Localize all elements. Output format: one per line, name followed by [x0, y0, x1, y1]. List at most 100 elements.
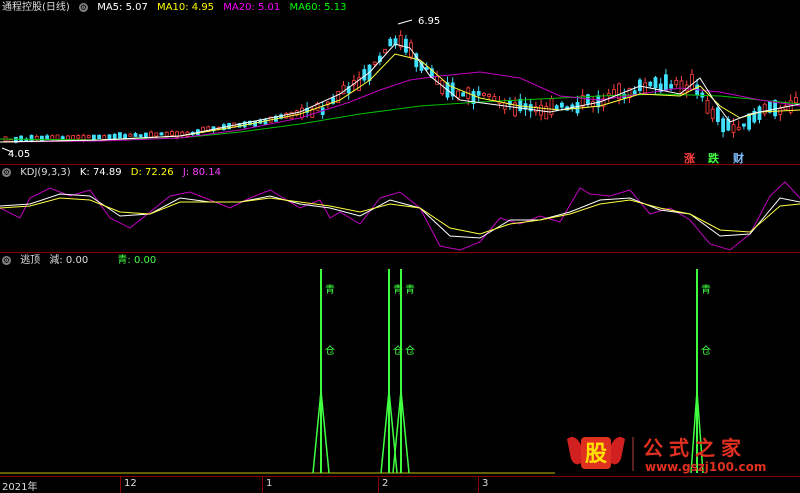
candle-body: [138, 134, 143, 138]
logo-name: 公式之家: [643, 436, 747, 460]
signal-text: 仓: [701, 344, 711, 357]
panel-divider: [0, 164, 800, 165]
kdj-k-line: [0, 193, 800, 239]
candle-body: [19, 135, 24, 142]
candle-body: [648, 81, 653, 87]
settings-icon[interactable]: ⚙: [2, 167, 11, 177]
axis-tick: [262, 477, 263, 493]
candle-body: [716, 107, 720, 122]
candle-body: [66, 135, 70, 140]
candle-body: [669, 84, 673, 89]
candle-body: [596, 95, 601, 108]
candle-body: [643, 82, 647, 94]
signal-text: 仓: [393, 344, 403, 357]
kdj-k-value: K: 74.89: [79, 167, 122, 178]
signal-text: 青: [701, 283, 711, 296]
candle-body: [653, 77, 658, 89]
candle-body: [606, 93, 611, 96]
candle-body: [664, 74, 668, 91]
candle-body: [154, 132, 159, 137]
indicator-value-1: 減: 0.00: [49, 255, 89, 266]
candle-body: [164, 131, 169, 137]
axis-label: 12: [124, 478, 137, 489]
candle-body: [747, 113, 751, 130]
logo-url: www.gszj100.com: [645, 460, 766, 474]
candle-body: [29, 134, 34, 142]
candle-body: [102, 135, 107, 140]
site-logo: 股 公式之家 www.gszj100.com: [565, 433, 795, 475]
candle-body: [128, 133, 133, 137]
stock-title: 通程控股(日线): [2, 2, 70, 13]
axis-tick: [120, 477, 121, 493]
candle-body: [762, 103, 767, 115]
axis-label: 3: [482, 478, 489, 489]
candle-body: [591, 101, 595, 107]
candle-body: [383, 49, 388, 54]
candle-body: [71, 135, 75, 140]
low-price-label: 4.05: [8, 149, 30, 160]
candle-body: [794, 97, 798, 104]
axis-tick: [478, 477, 479, 493]
candle-body: [253, 120, 258, 127]
candle-body: [403, 38, 408, 53]
candle-body: [388, 38, 393, 47]
candle-body: [638, 79, 642, 92]
kdj-j-value: J: 80.14: [182, 167, 221, 178]
candle-body: [481, 92, 486, 96]
high-price-label: 6.95: [418, 16, 440, 27]
candle-body: [492, 96, 497, 101]
ma60-label: MA60: 5.13: [289, 2, 347, 13]
candle-body: [721, 118, 725, 133]
candle-body: [690, 73, 694, 90]
signal-text: 仓: [325, 344, 335, 357]
ma10-line: [0, 53, 800, 143]
logo-glyph: 股: [585, 442, 607, 467]
signal-text: 青: [393, 283, 403, 296]
ma5-label: MA5: 5.07: [97, 2, 148, 13]
candle-body: [60, 136, 65, 140]
candle-body: [742, 123, 746, 127]
candle-body: [455, 90, 460, 99]
indicator-title: 逃顶: [20, 255, 41, 266]
candle-body: [705, 99, 710, 114]
time-axis: 2021年 12 1 2 3: [0, 476, 800, 493]
candle-body: [159, 132, 164, 136]
axis-label: 2: [382, 478, 389, 489]
candle-body: [112, 133, 117, 140]
candle-body: [149, 131, 154, 138]
candle-body: [487, 94, 492, 98]
settings-icon[interactable]: ⚙: [79, 2, 88, 12]
candle-body: [86, 135, 91, 139]
candle-body: [476, 91, 481, 96]
candle-body: [372, 61, 377, 65]
candle-body: [674, 80, 679, 86]
signal-text: 仓: [405, 344, 415, 357]
candle-body: [92, 134, 96, 141]
axis-tick: [378, 477, 379, 493]
high-marker-line: [397, 19, 413, 25]
candle-body: [757, 106, 762, 120]
price-chart: 6.95 4.05: [0, 16, 800, 160]
signal-text: 青: [325, 283, 335, 296]
candle-body: [169, 131, 174, 136]
candle-body: [461, 92, 466, 97]
ma20-label: MA20: 5.01: [223, 2, 281, 13]
candle-body: [560, 102, 564, 108]
candle-body: [612, 89, 616, 96]
candle-body: [710, 108, 715, 119]
indicator-value-2: 青: 0.00: [117, 255, 157, 266]
kdj-d-value: D: 72.26: [130, 167, 174, 178]
candle-body: [632, 90, 637, 96]
candle-body: [133, 133, 138, 137]
settings-icon[interactable]: ⚙: [2, 255, 11, 265]
kdj-title: KDJ(9,3,3): [20, 167, 71, 178]
candle-body: [45, 135, 49, 140]
axis-label: 2021年: [2, 482, 38, 493]
candle-body: [55, 134, 60, 140]
candle-body: [736, 126, 741, 131]
signal-text: 青: [405, 283, 415, 296]
candle-body: [143, 132, 148, 138]
candle-body: [97, 134, 101, 140]
kdj-chart: [0, 181, 800, 251]
panel-divider: [0, 252, 800, 253]
